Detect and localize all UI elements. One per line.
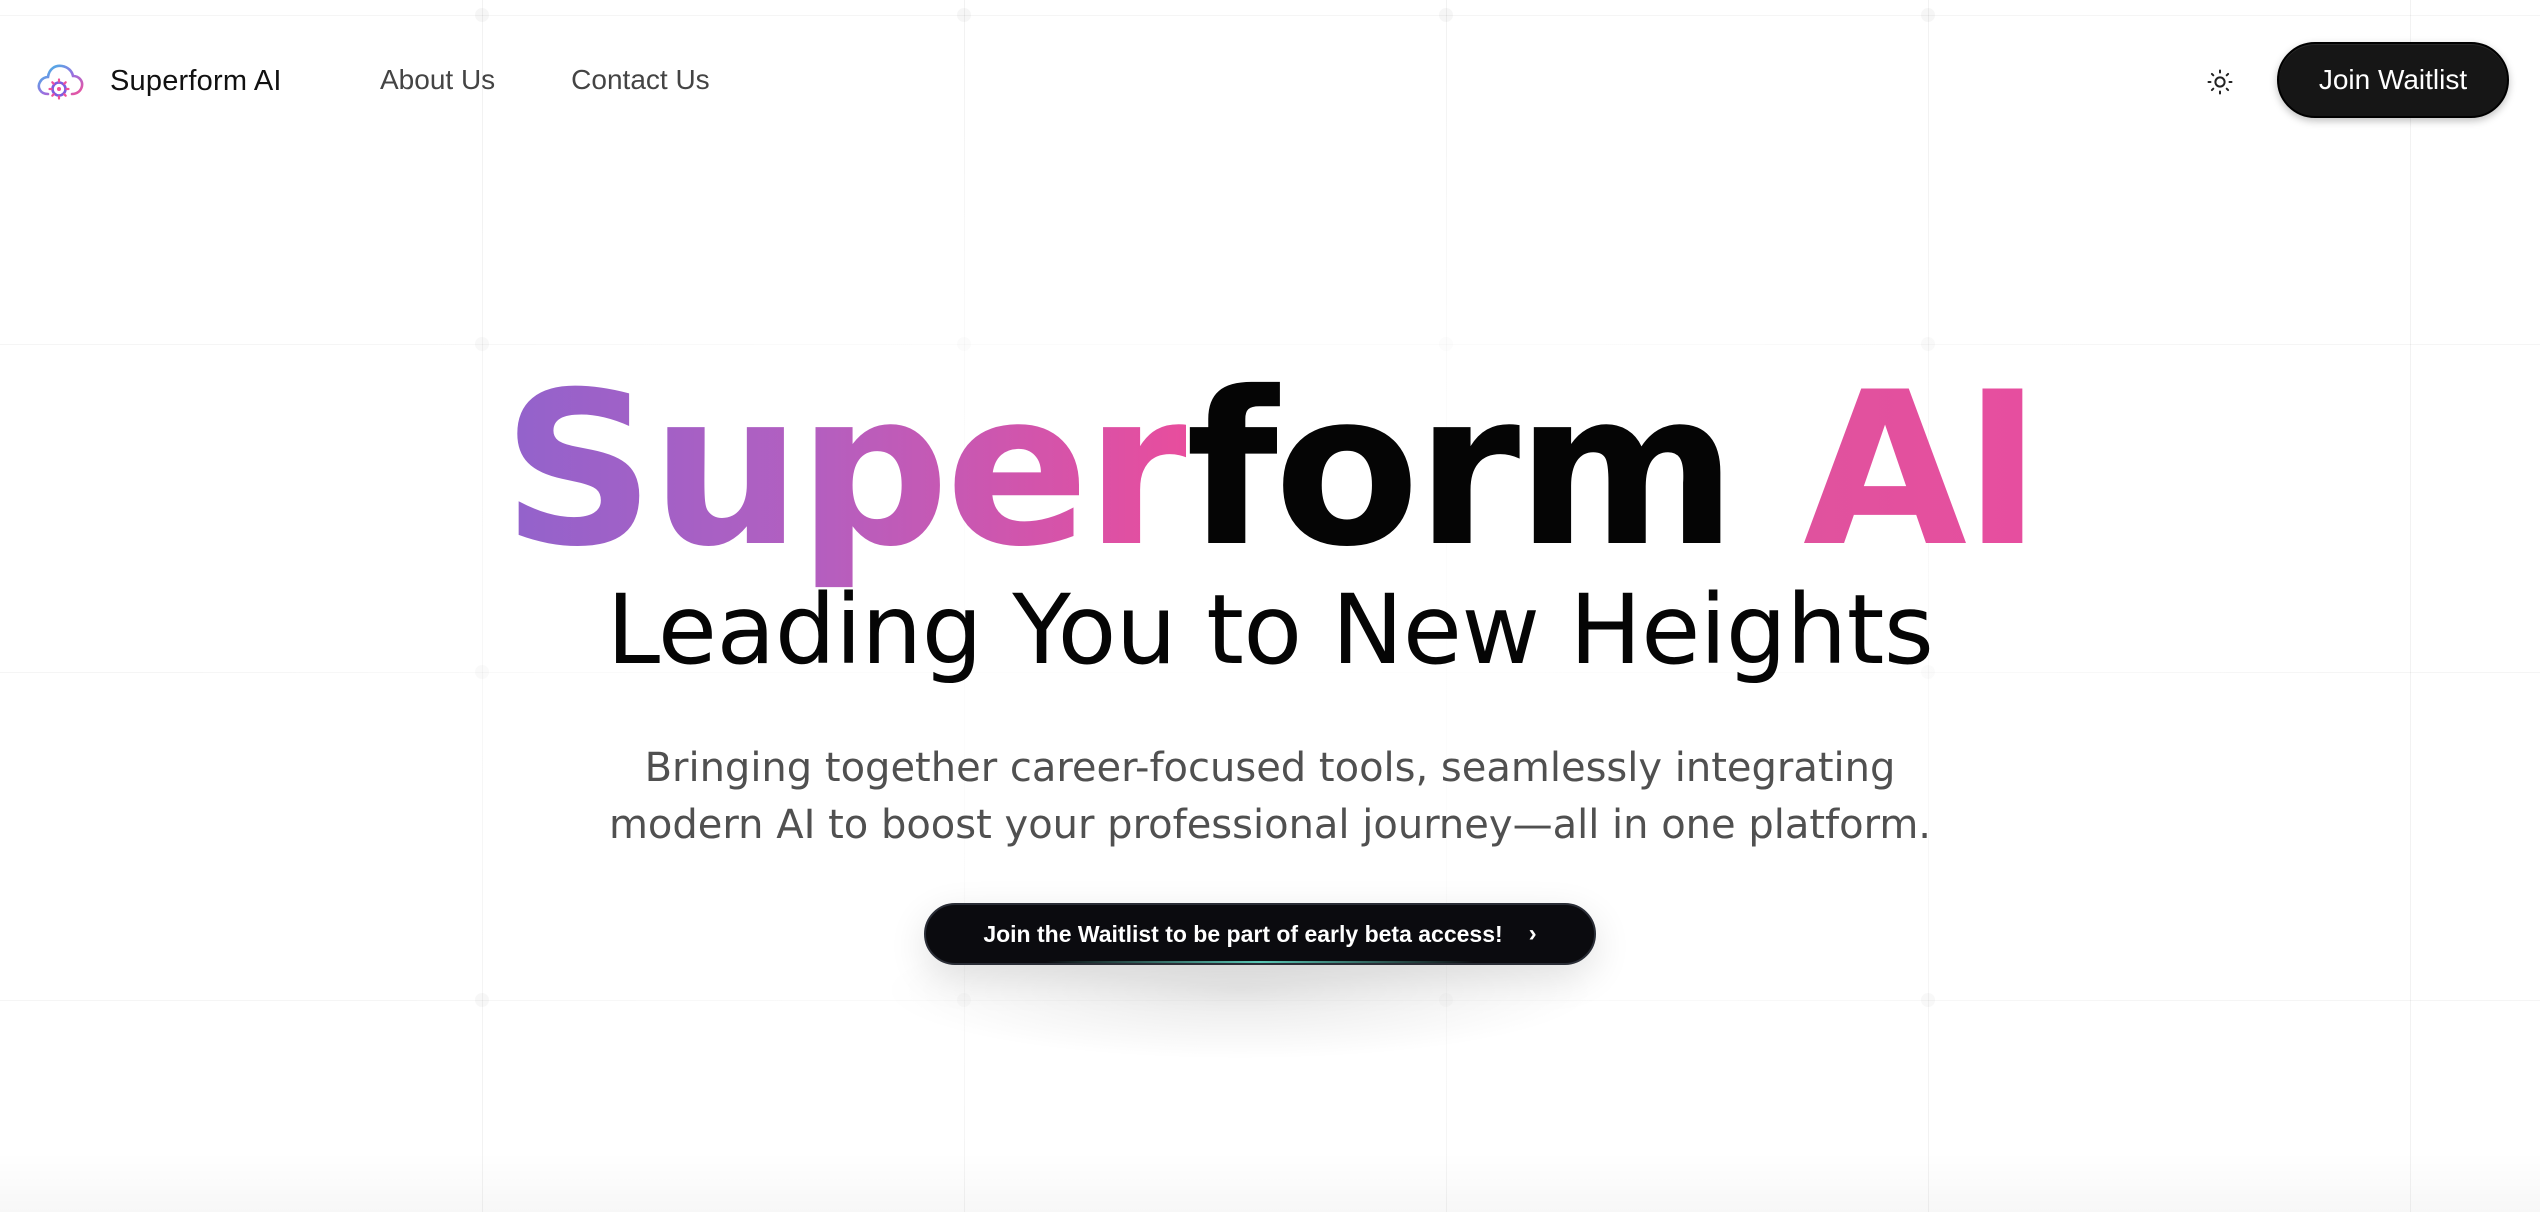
cloud-gear-icon: [37, 64, 84, 100]
hero-title-form: form: [1185, 346, 1737, 593]
hero-title-ai: AI: [1802, 346, 2042, 593]
join-waitlist-button[interactable]: Join Waitlist: [2277, 42, 2509, 118]
hero-title-super: Super: [502, 346, 1190, 593]
nav-link-about-us[interactable]: About Us: [380, 60, 495, 100]
site-header: Superform AI About Us Contact Us Join Wa…: [0, 0, 2540, 160]
cta-join-waitlist-button[interactable]: Join the Waitlist to be part of early be…: [924, 903, 1596, 965]
nav-link-contact-us[interactable]: Contact Us: [571, 60, 710, 100]
theme-toggle-button[interactable]: [2196, 58, 2244, 106]
brand-name: Superform AI: [110, 64, 282, 97]
main-nav: About Us Contact Us: [380, 60, 710, 100]
hero-title: Superform AI: [0, 350, 2540, 590]
chevron-right-icon: ›: [1528, 920, 1537, 947]
cta-label: Join the Waitlist to be part of early be…: [983, 920, 1503, 947]
sun-icon: [2207, 69, 2233, 95]
hero-description: Bringing together career-focused tools, …: [608, 745, 1932, 848]
hero-subtitle: Leading You to New Heights: [606, 574, 1934, 686]
brand-link[interactable]: Superform AI: [34, 56, 282, 106]
bottom-fade: [0, 1152, 2540, 1212]
landing-page: Superform AI About Us Contact Us Join Wa…: [0, 0, 2540, 1212]
